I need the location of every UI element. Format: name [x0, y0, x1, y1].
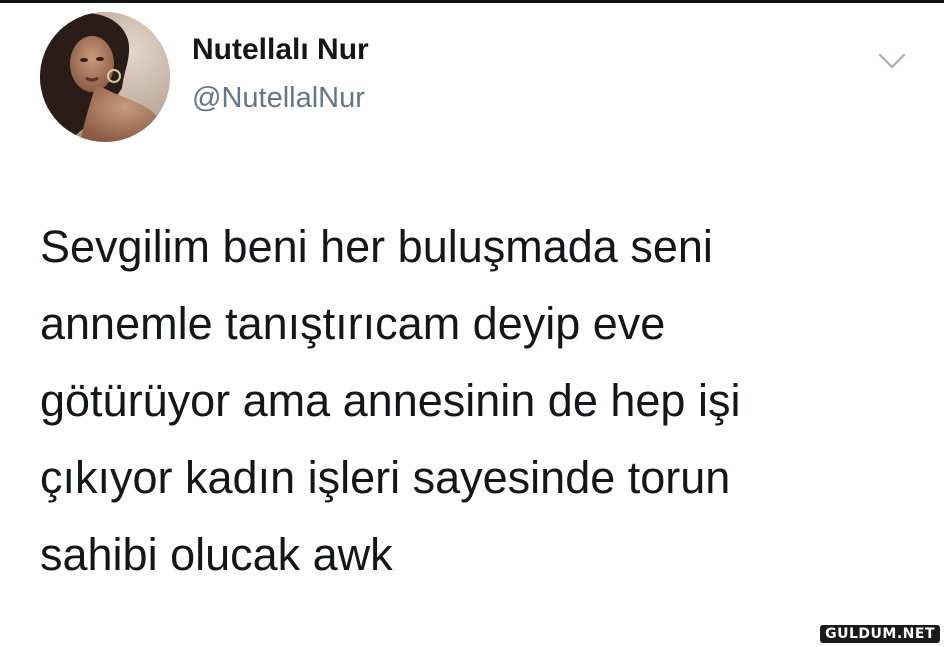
profile-photo-icon	[40, 12, 170, 142]
tweet-text-line: Sevgilim beni her buluşmada seni	[40, 221, 713, 272]
author-handle[interactable]: @NutellalNur	[192, 82, 365, 115]
tweet-menu-button[interactable]	[876, 50, 908, 72]
tweet-text-line: sahibi olucak awk	[40, 529, 393, 580]
tweet-text-line: annemle tanıştırıcam deyip eve	[40, 298, 666, 349]
site-watermark: GULDUM.NET	[820, 625, 940, 643]
tweet-text-line: götürüyor ama annesinin de hep işi	[40, 375, 741, 426]
chevron-down-icon	[878, 53, 906, 69]
top-border	[0, 0, 944, 3]
tweet-text-line: çıkıyor kadın işleri sayesinde torun	[40, 452, 731, 503]
author-display-name[interactable]: Nutellalı Nur	[192, 33, 369, 67]
tweet-text: Sevgilim beni her buluşmada seni annemle…	[40, 208, 920, 593]
avatar[interactable]	[40, 12, 170, 142]
